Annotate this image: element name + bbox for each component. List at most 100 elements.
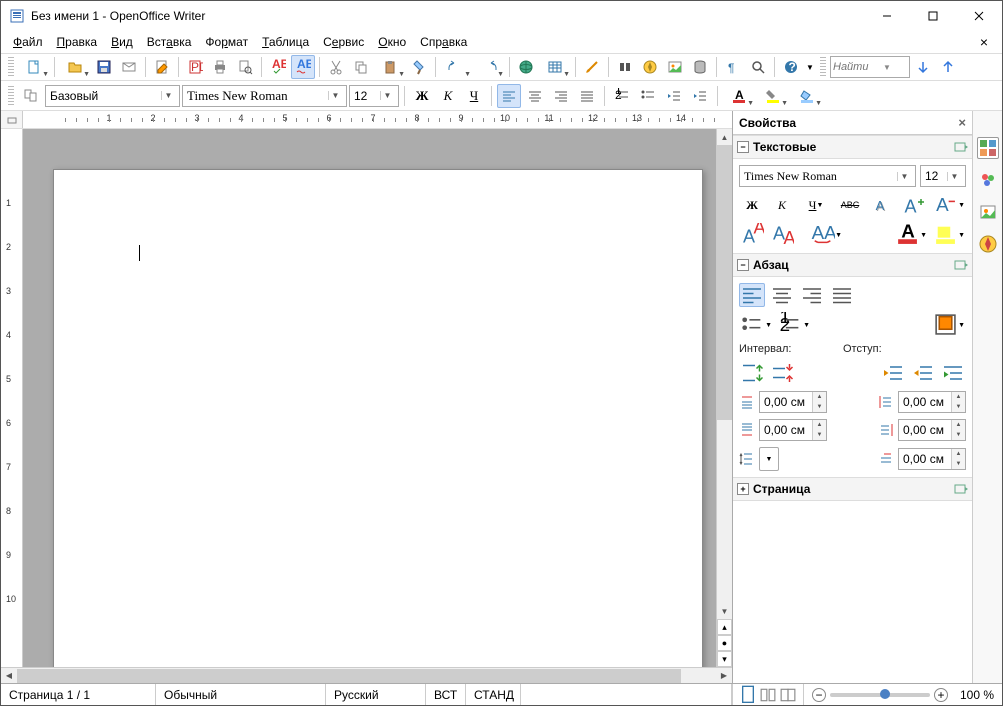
align-center-button[interactable]: [523, 84, 547, 108]
sidebar-font-color-button[interactable]: A ▼: [894, 223, 928, 247]
horizontal-scrollbar[interactable]: ◀▶: [1, 667, 732, 683]
menu-table[interactable]: Таблица: [256, 33, 315, 51]
sidebar-font-size-combo[interactable]: 12▼: [920, 165, 966, 187]
collapse-icon[interactable]: −: [737, 259, 749, 271]
more-options-icon[interactable]: [954, 141, 968, 153]
sidebar-bullets-button[interactable]: ▼: [739, 313, 773, 337]
font-color-button[interactable]: A▼: [723, 84, 755, 108]
sidebar-underline-button[interactable]: Ч ▼: [799, 193, 833, 217]
styles-button[interactable]: [19, 84, 43, 108]
highlight-button[interactable]: ▼: [757, 84, 789, 108]
indent-left-spinner[interactable]: 0,00 см▲▼: [898, 391, 966, 413]
undo-button[interactable]: ▼: [440, 55, 472, 79]
find-replace-button[interactable]: [613, 55, 637, 79]
sidebar-highlight-color-button[interactable]: ▼: [932, 223, 966, 247]
menu-edit[interactable]: Правка: [51, 33, 104, 51]
hanging-indent-button[interactable]: [940, 361, 966, 385]
align-left-button[interactable]: [497, 84, 521, 108]
status-selection-mode[interactable]: СТАНД: [466, 684, 521, 705]
space-below-spinner[interactable]: 0,00 см▲▼: [759, 419, 827, 441]
maximize-button[interactable]: [910, 1, 956, 31]
more-options-icon[interactable]: [954, 483, 968, 495]
data-sources-button[interactable]: [688, 55, 712, 79]
sidebar-font-combo[interactable]: Times New Roman▼: [739, 165, 916, 187]
sidebar-numbering-button[interactable]: 12 ▼: [777, 313, 811, 337]
document-canvas[interactable]: [23, 129, 716, 667]
navigator-button[interactable]: [638, 55, 662, 79]
gallery-button[interactable]: [663, 55, 687, 79]
table-button[interactable]: ▼: [539, 55, 571, 79]
hyperlink-button[interactable]: [514, 55, 538, 79]
next-page-button[interactable]: ▾: [717, 651, 732, 667]
decrease-indent-sb-button[interactable]: [910, 361, 936, 385]
status-language[interactable]: Русский: [326, 684, 426, 705]
menu-format[interactable]: Формат: [199, 33, 254, 51]
decrease-indent-button[interactable]: [662, 84, 686, 108]
sidebar-subscript-button[interactable]: AA: [769, 223, 795, 247]
sidebar-align-right-button[interactable]: [799, 283, 825, 307]
sidebar-increase-font-button[interactable]: A: [902, 193, 928, 217]
toolbar-more-button[interactable]: ▼: [804, 55, 816, 79]
decrease-spacing-button[interactable]: [769, 361, 795, 385]
help-button[interactable]: ?: [779, 55, 803, 79]
sidebar-decrease-font-button[interactable]: A ▼: [932, 193, 966, 217]
open-button[interactable]: ▼: [59, 55, 91, 79]
edit-file-button[interactable]: [150, 55, 174, 79]
sidebar-char-spacing-button[interactable]: AA ▼: [809, 223, 843, 247]
find-prev-button[interactable]: [936, 55, 960, 79]
collapse-icon[interactable]: −: [737, 141, 749, 153]
toolbar-grip[interactable]: [8, 57, 14, 77]
sidebar-bold-button[interactable]: Ж: [739, 193, 765, 217]
multi-page-view-button[interactable]: [759, 687, 777, 703]
nonprinting-chars-button[interactable]: ¶: [721, 55, 745, 79]
align-right-button[interactable]: [549, 84, 573, 108]
sidebar-align-left-button[interactable]: [739, 283, 765, 307]
toolbar-grip-3[interactable]: [8, 86, 14, 106]
font-name-combo[interactable]: Times New Roman▼: [182, 85, 347, 107]
book-view-button[interactable]: [779, 687, 797, 703]
underline-button[interactable]: Ч: [462, 84, 486, 108]
more-options-icon[interactable]: [954, 259, 968, 271]
paste-button[interactable]: ▼: [374, 55, 406, 79]
bold-button[interactable]: Ж: [410, 84, 434, 108]
find-input[interactable]: [833, 61, 883, 73]
sidebar-section-paragraph[interactable]: − Абзац: [733, 253, 972, 277]
zoom-in-button[interactable]: +: [934, 688, 948, 702]
increase-spacing-button[interactable]: [739, 361, 765, 385]
paragraph-style-combo[interactable]: Базовый▼: [45, 85, 180, 107]
email-button[interactable]: [117, 55, 141, 79]
background-color-button[interactable]: ▼: [791, 84, 823, 108]
print-button[interactable]: [208, 55, 232, 79]
italic-button[interactable]: К: [436, 84, 460, 108]
justify-button[interactable]: [575, 84, 599, 108]
menu-view[interactable]: Вид: [105, 33, 139, 51]
line-spacing-button[interactable]: ▼: [759, 447, 779, 471]
vertical-scrollbar[interactable]: ▲ ▼ ▴ ● ▾: [716, 129, 732, 667]
status-page[interactable]: Страница 1 / 1: [1, 684, 156, 705]
show-draw-functions-button[interactable]: [580, 55, 604, 79]
zoom-out-button[interactable]: −: [812, 688, 826, 702]
sidebar-para-bg-button[interactable]: ▼: [932, 313, 966, 337]
sidebar-tab-styles[interactable]: [977, 169, 999, 191]
horizontal-ruler[interactable]: 1234567891011121314: [1, 111, 732, 129]
expand-icon[interactable]: +: [737, 483, 749, 495]
status-insert-mode[interactable]: ВСТ: [426, 684, 466, 705]
save-button[interactable]: [92, 55, 116, 79]
zoom-button[interactable]: [746, 55, 770, 79]
cut-button[interactable]: [324, 55, 348, 79]
indent-right-spinner[interactable]: 0,00 см▲▼: [898, 419, 966, 441]
print-preview-button[interactable]: [233, 55, 257, 79]
sidebar-section-text[interactable]: − Текстовые: [733, 135, 972, 159]
menu-help[interactable]: Справка: [414, 33, 473, 51]
new-button[interactable]: ▼: [18, 55, 50, 79]
sidebar-superscript-button[interactable]: AA: [739, 223, 765, 247]
navigation-button[interactable]: ●: [717, 635, 732, 651]
document-close-button[interactable]: ×: [972, 32, 996, 52]
menu-file[interactable]: Файл: [7, 33, 49, 51]
find-next-button[interactable]: [911, 55, 935, 79]
close-button[interactable]: [956, 1, 1002, 31]
increase-indent-button[interactable]: [688, 84, 712, 108]
spellcheck-button[interactable]: ABC: [266, 55, 290, 79]
numbering-button[interactable]: 12: [610, 84, 634, 108]
menu-insert[interactable]: Вставка: [141, 33, 198, 51]
